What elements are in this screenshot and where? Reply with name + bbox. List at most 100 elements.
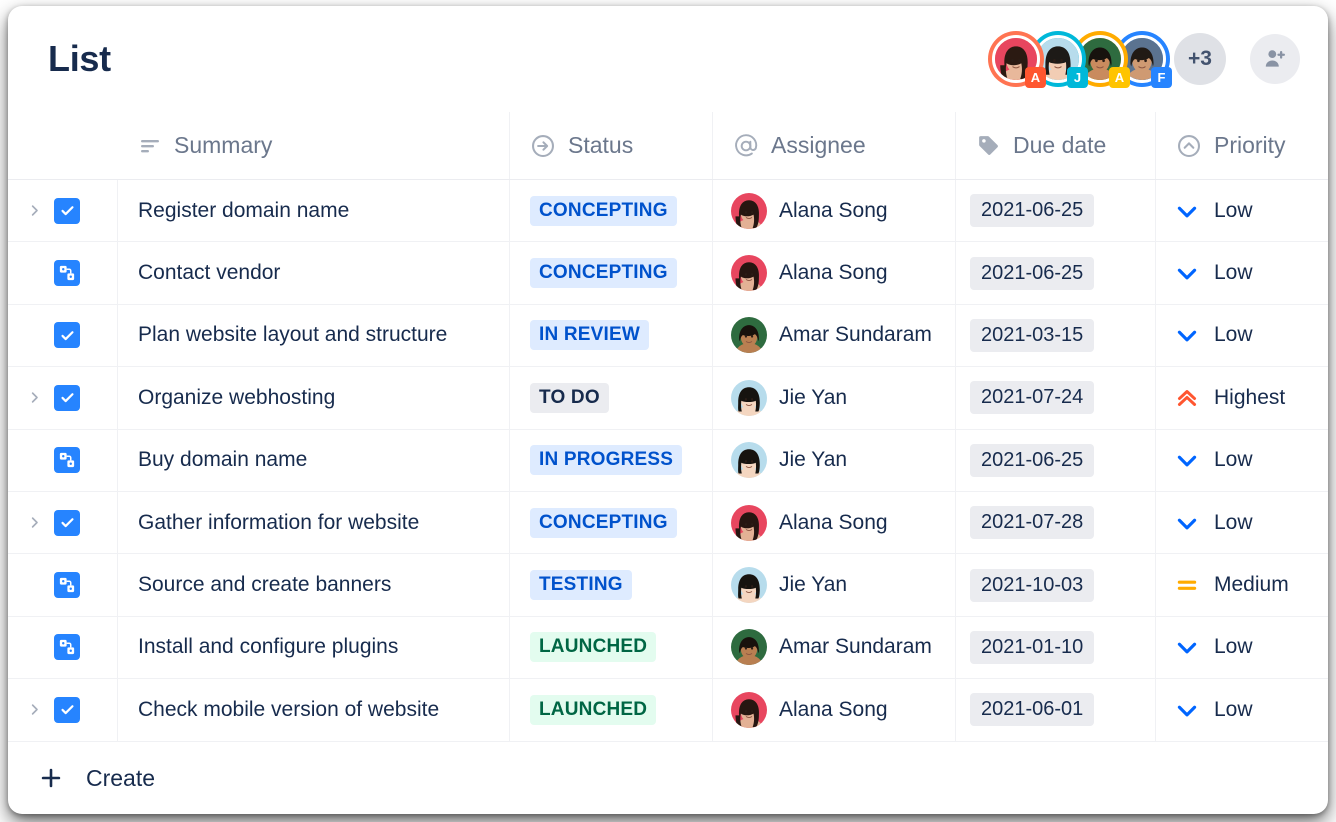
table-body: Register domain nameCONCEPTINGAlana Song… [8,180,1328,742]
column-header-due-date[interactable]: Due date [956,112,1156,179]
assignee-name: Alana Song [779,698,888,722]
column-header-summary[interactable]: Summary [118,112,510,179]
cell-summary[interactable]: Gather information for website [118,492,510,553]
column-header-priority[interactable]: Priority [1156,112,1328,179]
subtask-icon[interactable] [54,634,80,660]
cell-assignee[interactable]: Amar Sundaram [713,617,956,678]
cell-due-date[interactable]: 2021-06-25 [956,430,1156,491]
cell-due-date[interactable]: 2021-06-25 [956,180,1156,241]
cell-assignee[interactable]: Jie Yan [713,430,956,491]
task-icon[interactable] [54,697,80,723]
chevron-down-blue-icon [1174,697,1200,723]
expand-row-chevron-icon[interactable] [26,702,42,718]
row-gutter [8,305,118,366]
task-icon[interactable] [54,198,80,224]
cell-summary[interactable]: Install and configure plugins [118,617,510,678]
cell-assignee[interactable]: Amar Sundaram [713,305,956,366]
subtask-icon[interactable] [54,572,80,598]
cell-due-date[interactable]: 2021-07-28 [956,492,1156,553]
cell-assignee[interactable]: Jie Yan [713,367,956,428]
table-row[interactable]: Register domain nameCONCEPTINGAlana Song… [8,180,1328,242]
cell-status[interactable]: TESTING [510,554,713,615]
list-card: List AJAF +3 [8,6,1328,814]
cell-due-date[interactable]: 2021-03-15 [956,305,1156,366]
cell-priority[interactable]: Low [1156,180,1328,241]
avatar[interactable]: A [988,31,1044,87]
avatar-initial-badge: F [1151,67,1172,88]
table-row[interactable]: Plan website layout and structureIN REVI… [8,305,1328,367]
arrow-circle-icon [530,133,556,159]
column-header-status[interactable]: Status [510,112,713,179]
subtask-icon[interactable] [54,447,80,473]
cell-priority[interactable]: Low [1156,679,1328,740]
cell-summary[interactable]: Plan website layout and structure [118,305,510,366]
add-person-button[interactable] [1250,34,1300,84]
table-row[interactable]: Source and create banners TESTING Jie Yan 2… [8,554,1328,616]
column-header-assignee-label: Assignee [771,132,866,159]
task-icon[interactable] [54,385,80,411]
expand-row-chevron-icon[interactable] [26,203,42,219]
column-header-assignee[interactable]: Assignee [713,112,956,179]
expand-row-chevron-icon[interactable] [26,515,42,531]
table-row[interactable]: Buy domain nameIN PROGRESSJie Yan 2021-06… [8,430,1328,492]
avatar-initial-badge: J [1067,67,1088,88]
cell-status[interactable]: IN REVIEW [510,305,713,366]
due-date-pill: 2021-06-25 [970,444,1094,477]
cell-due-date[interactable]: 2021-07-24 [956,367,1156,428]
cell-status[interactable]: IN PROGRESS [510,430,713,491]
cell-summary[interactable]: Organize webhosting [118,367,510,428]
cell-due-date[interactable]: 2021-01-10 [956,617,1156,678]
cell-status[interactable]: CONCEPTING [510,492,713,553]
status-badge: CONCEPTING [530,508,677,538]
due-date-pill: 2021-06-25 [970,257,1094,290]
cell-status[interactable]: LAUNCHED [510,679,713,740]
cell-assignee[interactable]: Jie Yan [713,554,956,615]
table-row[interactable]: Organize webhosting TO DO Jie Yan2021-07-2… [8,367,1328,429]
table-row[interactable]: Gather information for website CONCEPTING… [8,492,1328,554]
cell-assignee[interactable]: Alana Song [713,180,956,241]
cell-due-date[interactable]: 2021-06-25 [956,242,1156,303]
cell-assignee[interactable]: Alana Song [713,242,956,303]
cell-due-date[interactable]: 2021-06-01 [956,679,1156,740]
table-row[interactable]: Contact vendorCONCEPTINGAlana Song 2021-0… [8,242,1328,304]
summary-text: Organize webhosting [118,386,335,410]
table-row[interactable]: Check mobile version of websiteLAUNCHED A… [8,679,1328,741]
row-gutter [8,180,118,241]
cell-status[interactable]: TO DO [510,367,713,428]
cell-priority[interactable]: Highest [1156,367,1328,428]
cell-summary[interactable]: Check mobile version of website [118,679,510,740]
cell-assignee[interactable]: Alana Song [713,492,956,553]
cell-summary[interactable]: Contact vendor [118,242,510,303]
assignee-name: Jie Yan [779,573,847,597]
page-header: List AJAF +3 [8,6,1328,112]
create-label: Create [86,765,155,792]
cell-priority[interactable]: Low [1156,617,1328,678]
row-gutter [8,367,118,428]
status-badge: TESTING [530,570,632,600]
table-row[interactable]: Install and configure pluginsLAUNCHEDAma… [8,617,1328,679]
chevron-down-blue-icon [1174,634,1200,660]
status-badge: TO DO [530,383,609,413]
task-icon[interactable] [54,322,80,348]
cell-priority[interactable]: Low [1156,305,1328,366]
chevron-down-blue-icon [1174,198,1200,224]
expand-row-chevron-icon[interactable] [26,390,42,406]
cell-priority[interactable]: Medium [1156,554,1328,615]
cell-summary[interactable]: Buy domain name [118,430,510,491]
cell-due-date[interactable]: 2021-10-03 [956,554,1156,615]
cell-priority[interactable]: Low [1156,430,1328,491]
cell-priority[interactable]: Low [1156,492,1328,553]
summary-text: Gather information for website [118,511,419,535]
create-button[interactable]: Create [8,742,1328,814]
cell-status[interactable]: CONCEPTING [510,180,713,241]
cell-status[interactable]: CONCEPTING [510,242,713,303]
equals-orange-icon [1174,572,1200,598]
cell-status[interactable]: LAUNCHED [510,617,713,678]
cell-summary[interactable]: Source and create banners [118,554,510,615]
task-icon[interactable] [54,510,80,536]
cell-assignee[interactable]: Alana Song [713,679,956,740]
cell-summary[interactable]: Register domain name [118,180,510,241]
subtask-icon[interactable] [54,260,80,286]
avatar-overflow-count[interactable]: +3 [1174,33,1226,85]
cell-priority[interactable]: Low [1156,242,1328,303]
